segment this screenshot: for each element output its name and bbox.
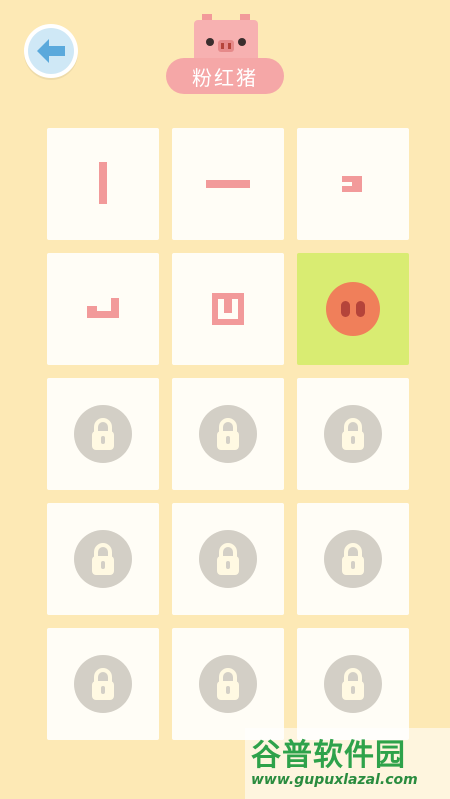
lock-icon bbox=[74, 655, 132, 713]
l-shape-piece-icon bbox=[87, 298, 119, 318]
small-hook-piece-icon bbox=[342, 176, 362, 192]
horizontal-bar-piece-icon bbox=[206, 180, 250, 188]
level-tile-6-current[interactable] bbox=[297, 253, 409, 365]
lock-icon bbox=[74, 530, 132, 588]
watermark-url: www.gupuxlazal.com bbox=[251, 772, 418, 788]
level-tile-3[interactable] bbox=[297, 128, 409, 240]
vertical-bar-piece-icon bbox=[99, 162, 107, 204]
level-tile-1[interactable] bbox=[47, 128, 159, 240]
watermark: 谷普软件园 www.gupuxlazal.com bbox=[245, 728, 450, 799]
page-title: 粉红猪 bbox=[166, 58, 284, 94]
level-tile-locked[interactable] bbox=[47, 378, 159, 490]
back-button[interactable] bbox=[24, 24, 78, 78]
back-arrow-icon bbox=[28, 28, 74, 74]
nostril-right bbox=[356, 301, 365, 317]
spiral-piece-icon bbox=[212, 293, 244, 325]
level-tile-locked[interactable] bbox=[47, 503, 159, 615]
pig-nose-icon bbox=[326, 282, 380, 336]
level-tile-2[interactable] bbox=[172, 128, 284, 240]
lock-icon bbox=[324, 405, 382, 463]
lock-icon bbox=[199, 655, 257, 713]
level-tile-locked[interactable] bbox=[47, 628, 159, 740]
level-tile-locked[interactable] bbox=[297, 378, 409, 490]
lock-icon bbox=[199, 405, 257, 463]
level-tile-4[interactable] bbox=[47, 253, 159, 365]
level-tile-locked[interactable] bbox=[297, 503, 409, 615]
level-tile-locked[interactable] bbox=[172, 503, 284, 615]
level-tile-5[interactable] bbox=[172, 253, 284, 365]
level-tile-locked[interactable] bbox=[172, 628, 284, 740]
watermark-title: 谷普软件园 bbox=[251, 738, 406, 773]
lock-icon bbox=[199, 530, 257, 588]
nostril-left bbox=[341, 301, 350, 317]
lock-icon bbox=[324, 655, 382, 713]
level-tile-locked[interactable] bbox=[172, 378, 284, 490]
lock-icon bbox=[324, 530, 382, 588]
lock-icon bbox=[74, 405, 132, 463]
level-tile-locked[interactable] bbox=[297, 628, 409, 740]
